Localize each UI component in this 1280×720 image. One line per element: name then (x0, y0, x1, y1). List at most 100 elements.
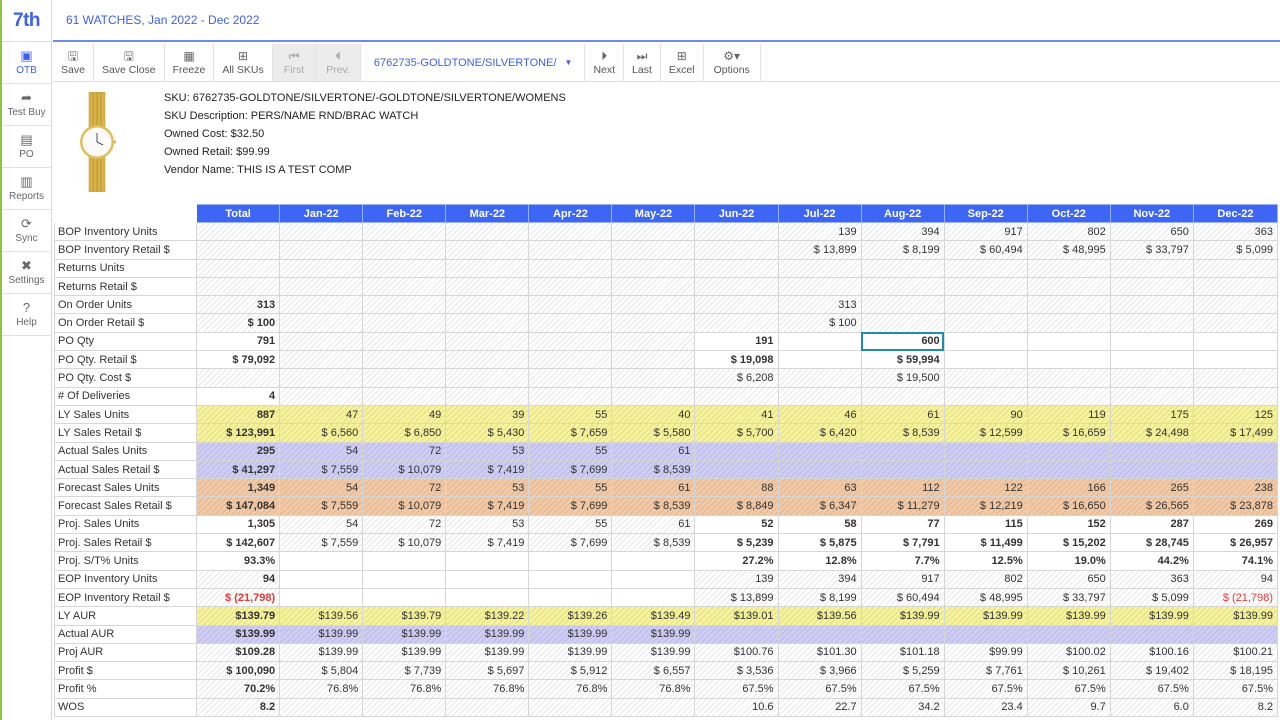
all-skus-button[interactable]: ⊞ All SKUs (214, 44, 273, 81)
grid-cell[interactable] (1192, 331, 1279, 352)
grid-cell (611, 569, 696, 589)
table-row: LY Sales Units 887 47 49 39 55 40 41 46 61 90 119 17… (53, 404, 1279, 425)
excel-label: Excel (668, 64, 695, 76)
grid-cell: 650 (1026, 569, 1111, 589)
grid-cell (694, 386, 779, 406)
grid-cell (445, 240, 530, 260)
grid-cell[interactable] (943, 331, 1028, 352)
grid-cell: $ 17,499 (1192, 423, 1279, 443)
owned-retail: Owned Retail: $99.99 (164, 146, 270, 158)
grid-cell: $ 100 (196, 313, 281, 333)
table-row: LY Sales Retail $ $ 123,991 $ 6,560 $ 6,850… (53, 423, 1279, 443)
first-button[interactable]: ⏮ First (272, 44, 317, 81)
next-button[interactable]: ⏵ Next (585, 44, 625, 81)
freeze-button[interactable]: ▦ Freeze (165, 44, 215, 81)
sidebar-item-test-buy[interactable]: ➦ Test Buy (2, 84, 51, 126)
grid-cell (1109, 368, 1194, 388)
grid-cell[interactable]: $ 59,994 (860, 350, 945, 370)
grid-cell[interactable] (777, 350, 862, 370)
column-header[interactable]: Apr-22 (528, 204, 613, 223)
grid-cell: 41 (694, 404, 779, 425)
column-header[interactable]: Nov-22 (1109, 204, 1194, 223)
grid-cell (943, 441, 1028, 461)
column-header[interactable]: Aug-22 (860, 204, 945, 223)
grid-cell[interactable]: 191 (694, 331, 779, 352)
last-button[interactable]: ⏭ Last (624, 44, 661, 81)
grid-cell: $139.99 (362, 642, 447, 663)
grid-cell[interactable] (1109, 350, 1194, 370)
table-row: Proj. S/T% Units 93.3% 27.2% 12.8% 7.7% 12.5%… (53, 551, 1279, 571)
grid-cell (860, 313, 945, 333)
grid-cell (694, 624, 779, 644)
grid-cell[interactable]: 600 (860, 331, 945, 352)
grid-cell: $ 7,559 (279, 533, 364, 553)
grid-cell: $139.99 (860, 606, 945, 626)
grid-cell: $ 7,791 (860, 533, 945, 553)
sku-dropdown-value: 6762735-GOLDTONE/SILVERTONE/ (373, 56, 557, 69)
sidebar-item-otb[interactable]: ▣ OTB (2, 42, 51, 84)
grid-cell: $ 100 (777, 313, 862, 333)
grid-cell (196, 240, 281, 260)
grid-cell (694, 313, 779, 333)
grid-cell (943, 295, 1028, 315)
grid-cell[interactable] (777, 331, 862, 352)
row-label: PO Qty. Retail $ (53, 350, 198, 370)
grid-cell: 6.0 (1109, 697, 1194, 718)
grid-cell: 52 (694, 514, 779, 535)
grid-cell: 8.2 (196, 697, 281, 718)
sidebar-item-label: PO (19, 149, 34, 160)
grid-cell: 802 (1026, 221, 1111, 242)
sidebar-item-reports[interactable]: ▥ Reports (2, 168, 51, 210)
grid-cell: 76.8% (279, 679, 364, 699)
column-header[interactable]: Feb-22 (362, 204, 447, 223)
save-close-button[interactable]: 🖫 Save Close (94, 44, 165, 81)
product-details: SKU: 6762735-GOLDTONE/SILVERTONE/-GOLDTO… (164, 89, 566, 179)
grid-cell: 61 (611, 478, 696, 498)
grid-cell: $ 8,199 (860, 240, 945, 260)
grid-cell[interactable] (1026, 350, 1111, 370)
grid-cell (1192, 459, 1279, 480)
sidebar-item-help[interactable]: ? Help (2, 294, 51, 336)
sidebar-item-po[interactable]: ▤ PO (2, 126, 51, 168)
column-header[interactable]: Jun-22 (694, 204, 779, 223)
grid-cell[interactable] (1109, 331, 1194, 352)
left-sidebar: 7th ▣ OTB ➦ Test Buy ▤ PO ▥ Reports ⟳ Sync ✖ Settin… (0, 0, 52, 720)
sidebar-item-settings[interactable]: ✖ Settings (2, 252, 51, 294)
column-header[interactable]: Total (196, 204, 281, 223)
grid-cell (777, 276, 862, 297)
column-header[interactable]: Oct-22 (1026, 204, 1111, 223)
grid-cell: $139.99 (611, 642, 696, 663)
column-header[interactable]: Dec-22 (1192, 204, 1279, 223)
save-button[interactable]: 🖫 Save (53, 44, 94, 81)
app-logo[interactable]: 7th (2, 0, 51, 42)
grid-cell: $ 18,195 (1192, 661, 1279, 681)
column-header[interactable]: Sep-22 (943, 204, 1028, 223)
grid-cell: $ 10,079 (362, 459, 447, 480)
prev-button[interactable]: ⏴ Prev. (316, 44, 361, 81)
sidebar-item-sync[interactable]: ⟳ Sync (2, 210, 51, 252)
grid-cell (860, 386, 945, 406)
grid-cell (528, 551, 613, 571)
grid-cell[interactable] (1026, 331, 1111, 352)
options-button[interactable]: ⚙▾ Options (704, 44, 761, 81)
excel-button[interactable]: ⊞ Excel (661, 44, 704, 81)
column-header[interactable]: Jul-22 (777, 204, 862, 223)
column-header[interactable]: Mar-22 (445, 204, 530, 223)
grid-corner (53, 204, 198, 223)
table-row: Proj AUR $109.28 $139.99 $139.99 $139.99 $139… (53, 642, 1279, 663)
grid-cell[interactable] (1192, 350, 1279, 370)
grid-cell (445, 386, 530, 406)
chevron-down-icon: ▼ (564, 58, 573, 67)
column-header[interactable]: May-22 (611, 204, 696, 223)
grid-cell: $139.99 (196, 624, 281, 644)
grid-cell[interactable]: $ 19,098 (694, 350, 779, 370)
next-label: Next (593, 64, 616, 76)
grid-cell: $ 8,539 (611, 533, 696, 553)
grid-cell: 76.8% (362, 679, 447, 699)
grid-cell[interactable] (943, 350, 1028, 370)
sku-dropdown[interactable]: 6762735-GOLDTONE/SILVERTONE/ ▼ (361, 44, 586, 81)
grid-cell: $139.01 (694, 606, 779, 626)
column-header[interactable]: Jan-22 (279, 204, 364, 223)
grid-cell (362, 569, 447, 589)
grid-cell: 265 (1109, 478, 1194, 498)
